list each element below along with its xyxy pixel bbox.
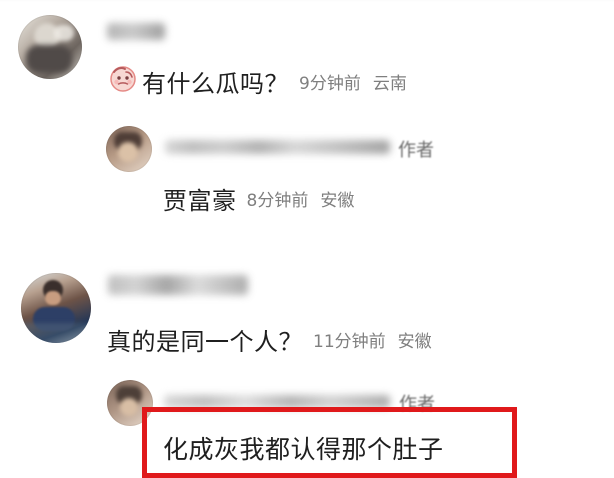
reply-location: 安徽 bbox=[320, 191, 355, 211]
blurred-username bbox=[108, 275, 248, 295]
blurred-username bbox=[107, 23, 165, 40]
blurred-username bbox=[165, 140, 390, 154]
comment-row: 真的是同一个人？ 11分钟前 安徽 bbox=[107, 322, 432, 357]
comment-location: 云南 bbox=[372, 73, 407, 94]
reply-time: 8分钟前 bbox=[246, 191, 309, 211]
comment-location: 安徽 bbox=[397, 332, 432, 352]
comment-row: 有什么瓜吗？ 9分钟前 云南 bbox=[106, 62, 407, 100]
avatar[interactable] bbox=[21, 273, 91, 343]
reply-text: 化成灰我都认得那个肚子 bbox=[163, 435, 444, 464]
author-badge: 作者 bbox=[398, 140, 434, 161]
reply-text: 贾富豪 bbox=[163, 187, 237, 215]
avatar[interactable] bbox=[18, 15, 82, 79]
reply-row: 贾富豪 8分钟前 安徽 bbox=[163, 181, 354, 216]
top-fade bbox=[0, 0, 614, 2]
reply-row: 化成灰我都认得那个肚子 bbox=[163, 430, 444, 466]
comment-time: 9分钟前 bbox=[299, 73, 361, 94]
comment-time: 11分钟前 bbox=[313, 332, 386, 352]
comment-thread-screenshot: 有什么瓜吗？ 9分钟前 云南 作者 贾富豪 8分钟前 安徽 真的是同一个人？ 1… bbox=[0, 0, 614, 478]
comment-text: 有什么瓜吗？ bbox=[142, 69, 289, 98]
reply-avatar[interactable] bbox=[106, 126, 152, 172]
comment-text: 真的是同一个人？ bbox=[107, 328, 303, 356]
face-emoji-icon bbox=[106, 62, 142, 100]
